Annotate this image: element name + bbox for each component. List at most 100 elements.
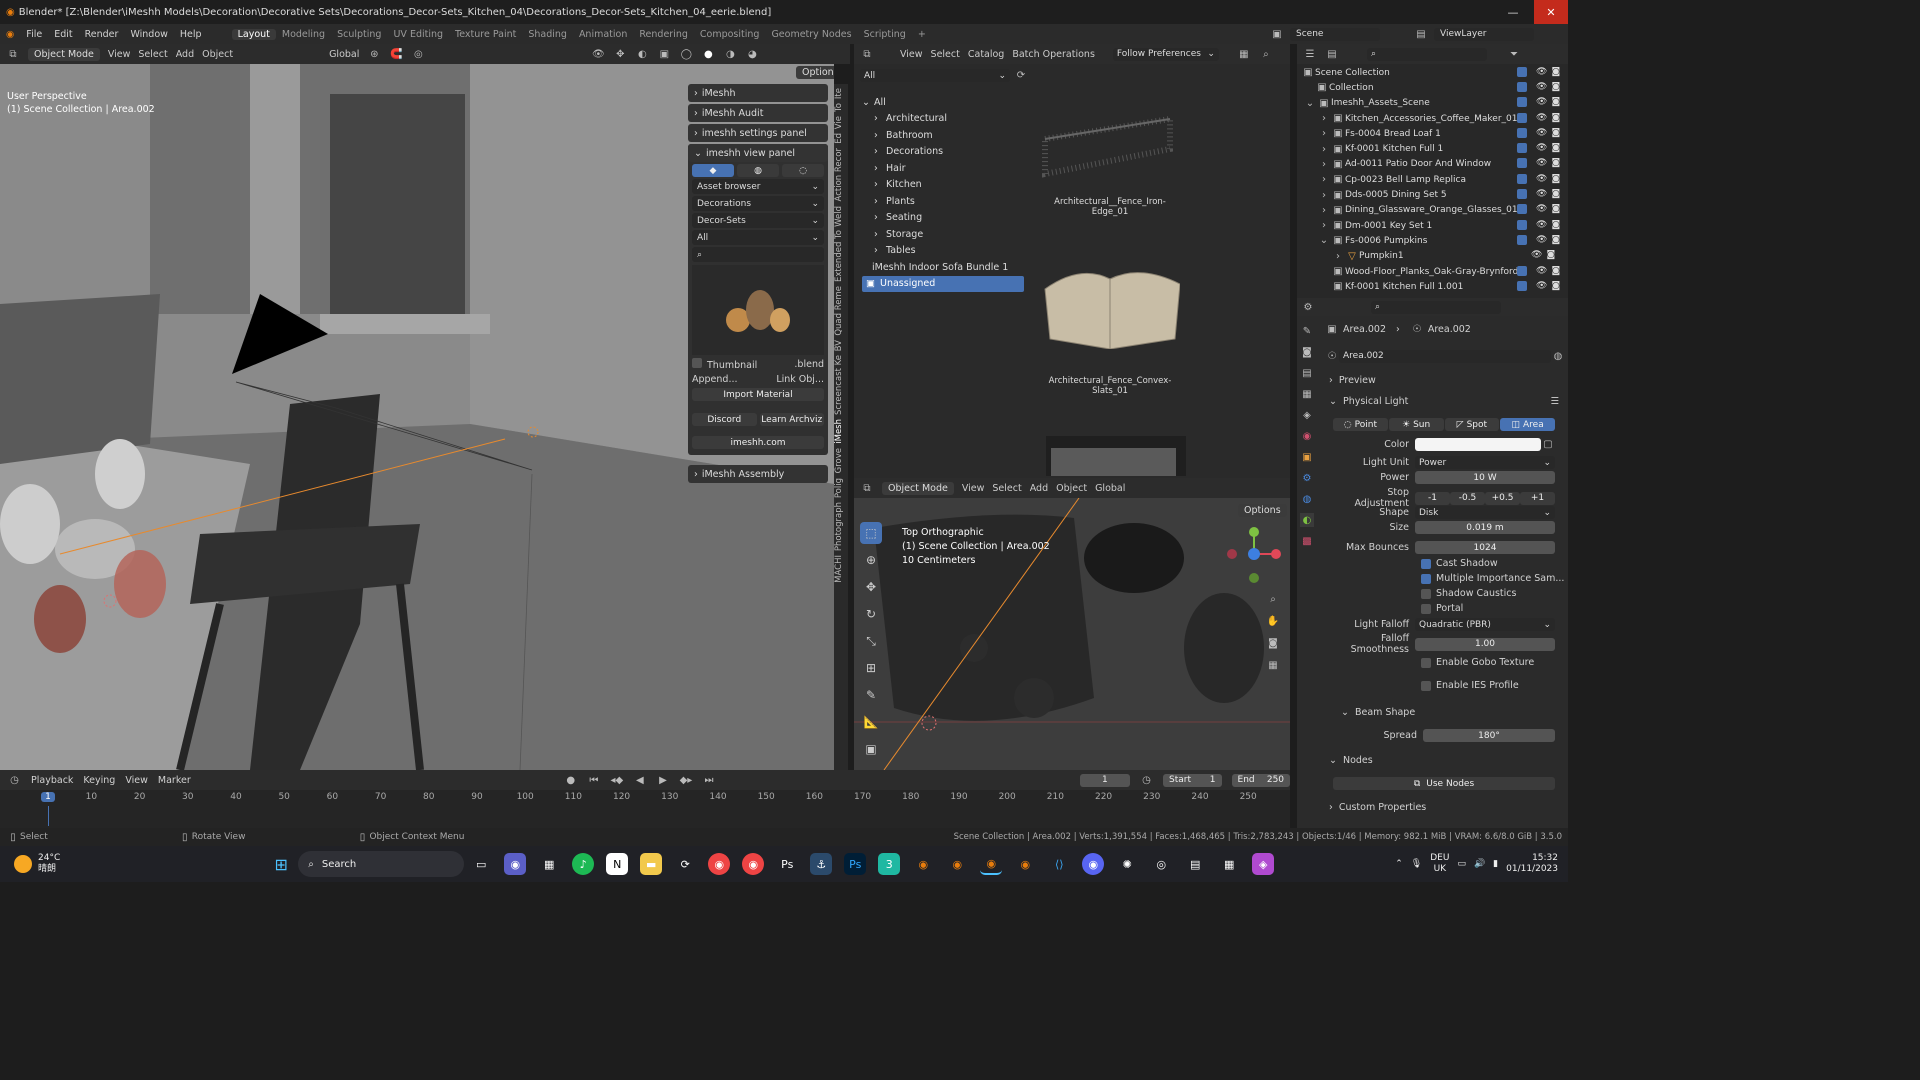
panel-imeshh[interactable]: › iMeshh: [688, 84, 828, 102]
app-icon[interactable]: ◈: [1252, 853, 1275, 875]
top-menu-add[interactable]: Add: [1030, 483, 1048, 494]
catalog-seating[interactable]: › Seating: [862, 210, 1024, 227]
object-tab-icon[interactable]: ▣: [1300, 450, 1314, 464]
taskbar-search-box[interactable]: ⌕ Search: [298, 851, 465, 877]
cursor-tool-icon[interactable]: ⊕: [860, 549, 882, 571]
weather-desc[interactable]: 晴朗: [38, 864, 60, 875]
orientation-dropdown[interactable]: Global: [329, 49, 359, 60]
catalog-all[interactable]: ⌄ All: [862, 94, 1024, 111]
panel-imeshh-settings[interactable]: › imeshh settings panel: [688, 124, 828, 142]
render-tab-icon[interactable]: ◙: [1300, 345, 1314, 359]
vscode-icon[interactable]: ⟨⟩: [1048, 853, 1070, 875]
panel-list-icon[interactable]: ☰: [1550, 396, 1559, 407]
eye-icon[interactable]: 👁: [1536, 235, 1547, 245]
catalog-bathroom[interactable]: › Bathroom: [862, 127, 1024, 144]
materials-tab-icon[interactable]: ◍: [737, 164, 779, 177]
source-select[interactable]: Asset browser ⌄: [692, 179, 824, 194]
top-editor-type-icon[interactable]: ⧉: [860, 481, 874, 495]
top-orthographic-viewport[interactable]: Top Orthographic (1) Scene Collection | …: [854, 498, 1290, 770]
catalog-hair[interactable]: › Hair: [862, 160, 1024, 177]
viewport-menu-add[interactable]: Add: [176, 49, 194, 60]
camera-icon[interactable]: ◙: [1551, 128, 1560, 138]
asset-menu-view[interactable]: View: [900, 49, 923, 60]
hdri-tab-icon[interactable]: ◌: [782, 164, 824, 177]
blender-menu-icon[interactable]: ◉: [0, 29, 20, 40]
sidetab-machin3[interactable]: MACHI: [834, 555, 844, 583]
record-icon[interactable]: ●: [564, 773, 577, 787]
editor-type-icon[interactable]: ⧉: [6, 47, 20, 61]
measure-tool-icon[interactable]: 📐: [860, 711, 882, 733]
calculator-icon[interactable]: ▦: [1218, 853, 1240, 875]
timeline-view-menu[interactable]: View: [125, 775, 148, 786]
shading-material-icon[interactable]: ◑: [723, 47, 737, 61]
move-tool-icon[interactable]: ✥: [860, 576, 882, 598]
viewport-options-button[interactable]: Options: [796, 66, 834, 79]
light-data-icon[interactable]: ☉: [1325, 349, 1339, 363]
asset-tile[interactable]: [1046, 436, 1186, 476]
transform-tool-icon[interactable]: ⊞: [860, 657, 882, 679]
asset-library-dropdown[interactable]: All ⌄: [860, 69, 1010, 82]
outliner-editor-icon[interactable]: ☰: [1303, 47, 1317, 61]
asset-menu-catalog[interactable]: Catalog: [968, 49, 1004, 60]
viewlayer-selector[interactable]: ViewLayer: [1434, 27, 1534, 41]
asset-menu-select[interactable]: Select: [931, 49, 960, 60]
asset-preview-thumbnail[interactable]: [692, 265, 824, 355]
navigation-gizmo[interactable]: [1224, 524, 1284, 584]
viewport-menu-view[interactable]: View: [108, 49, 131, 60]
shading-wire-icon[interactable]: ◯: [679, 47, 693, 61]
tool-tab-icon[interactable]: ✎: [1300, 324, 1314, 338]
camera-icon[interactable]: ◙: [1551, 113, 1560, 123]
snap-icon[interactable]: 🧲: [389, 47, 403, 61]
app-icon[interactable]: ⚓: [810, 853, 833, 875]
asset-search-input[interactable]: ⌕: [692, 247, 824, 262]
keying-menu[interactable]: Keying: [83, 775, 115, 786]
workspace-tab-animation[interactable]: Animation: [573, 29, 633, 40]
panel-imeshh-view-header[interactable]: ⌄ imeshh view panel: [688, 144, 828, 162]
size-field[interactable]: 0.019 m: [1415, 521, 1555, 534]
subcategory-select[interactable]: Decor-Sets ⌄: [692, 213, 824, 228]
exclude-checkbox[interactable]: [1517, 143, 1527, 154]
outliner-filter-icon[interactable]: ⏷: [1507, 47, 1521, 61]
object-mode-dropdown[interactable]: Object Mode: [28, 47, 100, 61]
catalog-sofa-bundle[interactable]: iMeshh Indoor Sofa Bundle 1: [862, 259, 1024, 276]
camera-icon[interactable]: ◙: [1551, 220, 1560, 230]
exclude-checkbox[interactable]: [1517, 158, 1527, 169]
cast-shadow-checkbox[interactable]: Cast Shadow: [1421, 558, 1498, 569]
workspace-tab-uv-editing[interactable]: UV Editing: [387, 29, 449, 40]
discord-icon[interactable]: ◉: [1082, 853, 1105, 875]
clock-date[interactable]: 01/11/2023: [1506, 864, 1558, 875]
world-tab-icon[interactable]: ◉: [1300, 429, 1314, 443]
eye-icon[interactable]: 👁: [1536, 174, 1547, 184]
spotify-icon[interactable]: ♪: [572, 853, 595, 875]
shape-dropdown[interactable]: Disk ⌄: [1415, 506, 1555, 519]
catalog-storage[interactable]: › Storage: [862, 226, 1024, 243]
camera-icon[interactable]: ◙: [1551, 158, 1560, 168]
menu-render[interactable]: Render: [79, 29, 125, 40]
exclude-checkbox[interactable]: [1517, 189, 1527, 200]
camera-icon[interactable]: ◙: [1551, 204, 1560, 214]
minimize-button[interactable]: —: [1496, 0, 1530, 24]
catalog-unassigned[interactable]: ▣ Unassigned: [862, 275, 1024, 292]
menu-file[interactable]: File: [20, 29, 48, 40]
workspace-tab-modeling[interactable]: Modeling: [276, 29, 331, 40]
blender-icon[interactable]: ◉: [946, 853, 968, 875]
filter-select[interactable]: All ⌄: [692, 230, 824, 245]
app-icon[interactable]: Ps: [776, 853, 798, 875]
menu-window[interactable]: Window: [124, 29, 173, 40]
notion-icon[interactable]: N: [606, 853, 629, 875]
clock-time[interactable]: 15:32: [1506, 853, 1558, 864]
color-picker-icon[interactable]: ▢: [1541, 437, 1555, 451]
outliner-search-input[interactable]: ⌕: [1367, 47, 1487, 61]
exclude-checkbox[interactable]: [1517, 127, 1527, 138]
eye-icon[interactable]: 👁: [1531, 250, 1542, 260]
camera-icon[interactable]: ◙: [1551, 82, 1560, 92]
workspace-tab-rendering[interactable]: Rendering: [633, 29, 694, 40]
category-select[interactable]: Decorations ⌄: [692, 196, 824, 211]
annotate-tool-icon[interactable]: ✎: [860, 684, 882, 706]
camera-icon[interactable]: ◙: [1546, 250, 1555, 260]
stop-minus-1-button[interactable]: -1: [1415, 491, 1450, 505]
app-icon[interactable]: ▦: [538, 853, 560, 875]
playhead[interactable]: [48, 806, 49, 826]
asset-tile[interactable]: Architectural_Fence_Convex-Slats_01: [1040, 259, 1181, 396]
models-tab-icon[interactable]: ◆: [692, 164, 734, 177]
